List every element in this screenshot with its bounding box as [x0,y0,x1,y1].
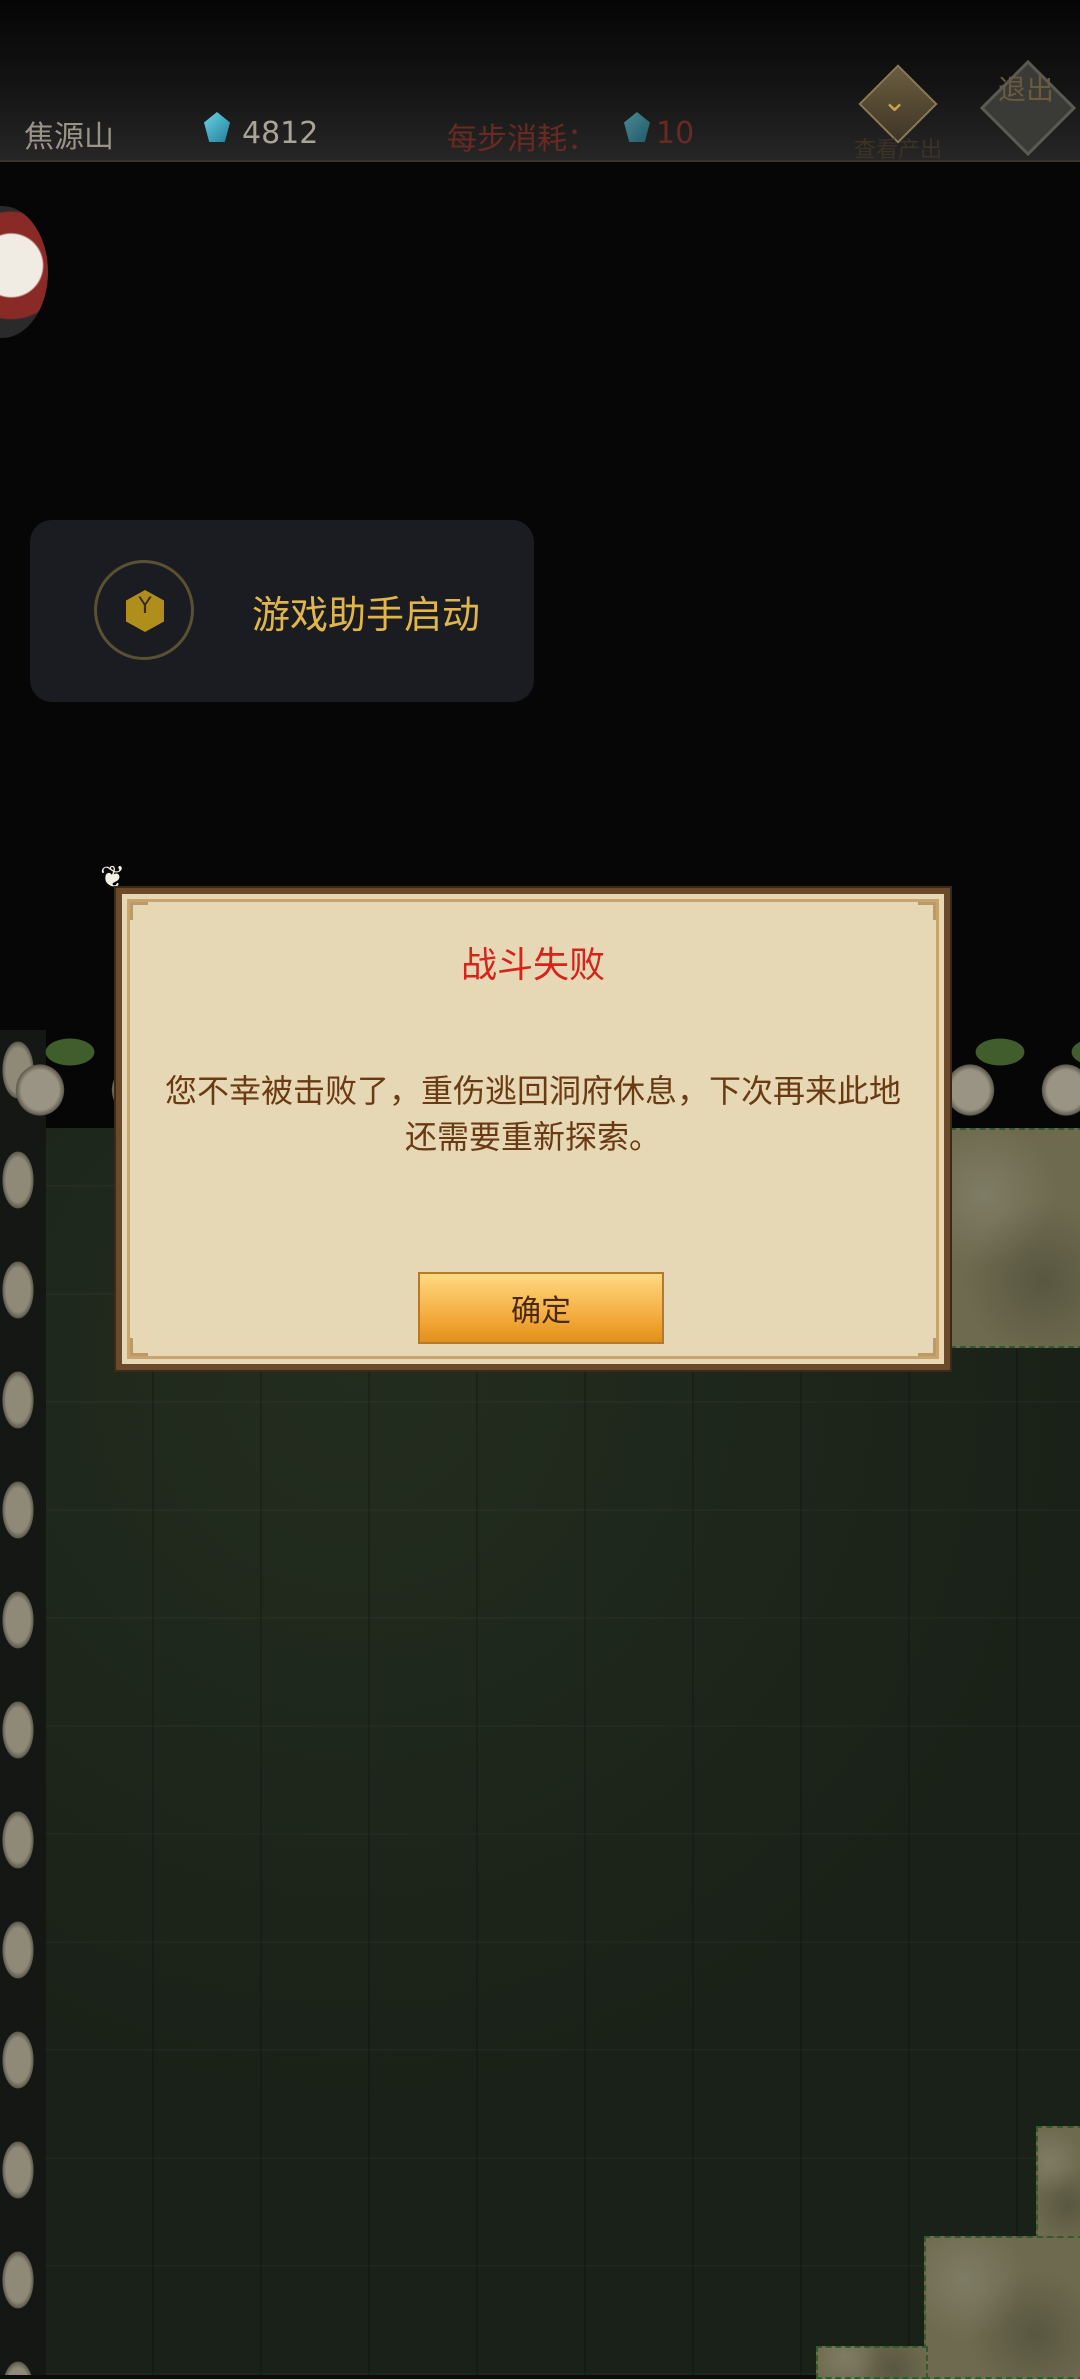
view-output-button[interactable]: ⌄ 查看产出 [838,64,958,163]
confirm-button[interactable]: 确定 [418,1272,664,1344]
exit-button[interactable]: 退出 [979,59,1077,157]
spirit-stone-icon [204,112,230,142]
dialog-corner [918,1338,936,1356]
location-name: 焦源山 [24,120,114,155]
spirit-stone-count: 4812 [242,116,319,151]
battle-failed-dialog: 战斗失败 您不幸被击败了，重伤逃回洞府休息，下次再来此地还需要重新探索。 确定 [116,888,950,1370]
chevron-down-icon: ⌄ [882,84,908,119]
map-tile[interactable] [924,2236,1080,2379]
dialog-message: 您不幸被击败了，重伤逃回洞府休息，下次再来此地还需要重新探索。 [164,1072,901,1156]
dialog-corner [130,1338,148,1356]
step-cost-label: 每步消耗： [447,122,597,157]
top-bar: 焦源山 4812 每步消耗： 10 ⌄ 查看产出 退出 [0,0,1080,163]
map-tile[interactable] [816,2346,928,2379]
game-helper-toast[interactable]: Y 游戏助手启动 [30,520,534,702]
view-output-label: 查看产出 [853,138,942,163]
dialog-title: 战斗失败 [460,945,605,986]
dialog-corner [918,902,936,920]
exit-label: 退出 [997,73,1054,106]
map-rock-wall [0,1030,46,2375]
map-tile[interactable] [1036,2126,1080,2240]
step-cost-value: 10 [656,116,695,151]
map-tile[interactable] [950,1128,1080,1348]
map-rock-ledge [930,1030,1080,1130]
dialog-corner [130,902,148,920]
helper-toast-text: 游戏助手启动 [252,593,481,637]
spirit-stone-icon [624,112,650,142]
helper-cube-glyph: Y [138,594,152,619]
